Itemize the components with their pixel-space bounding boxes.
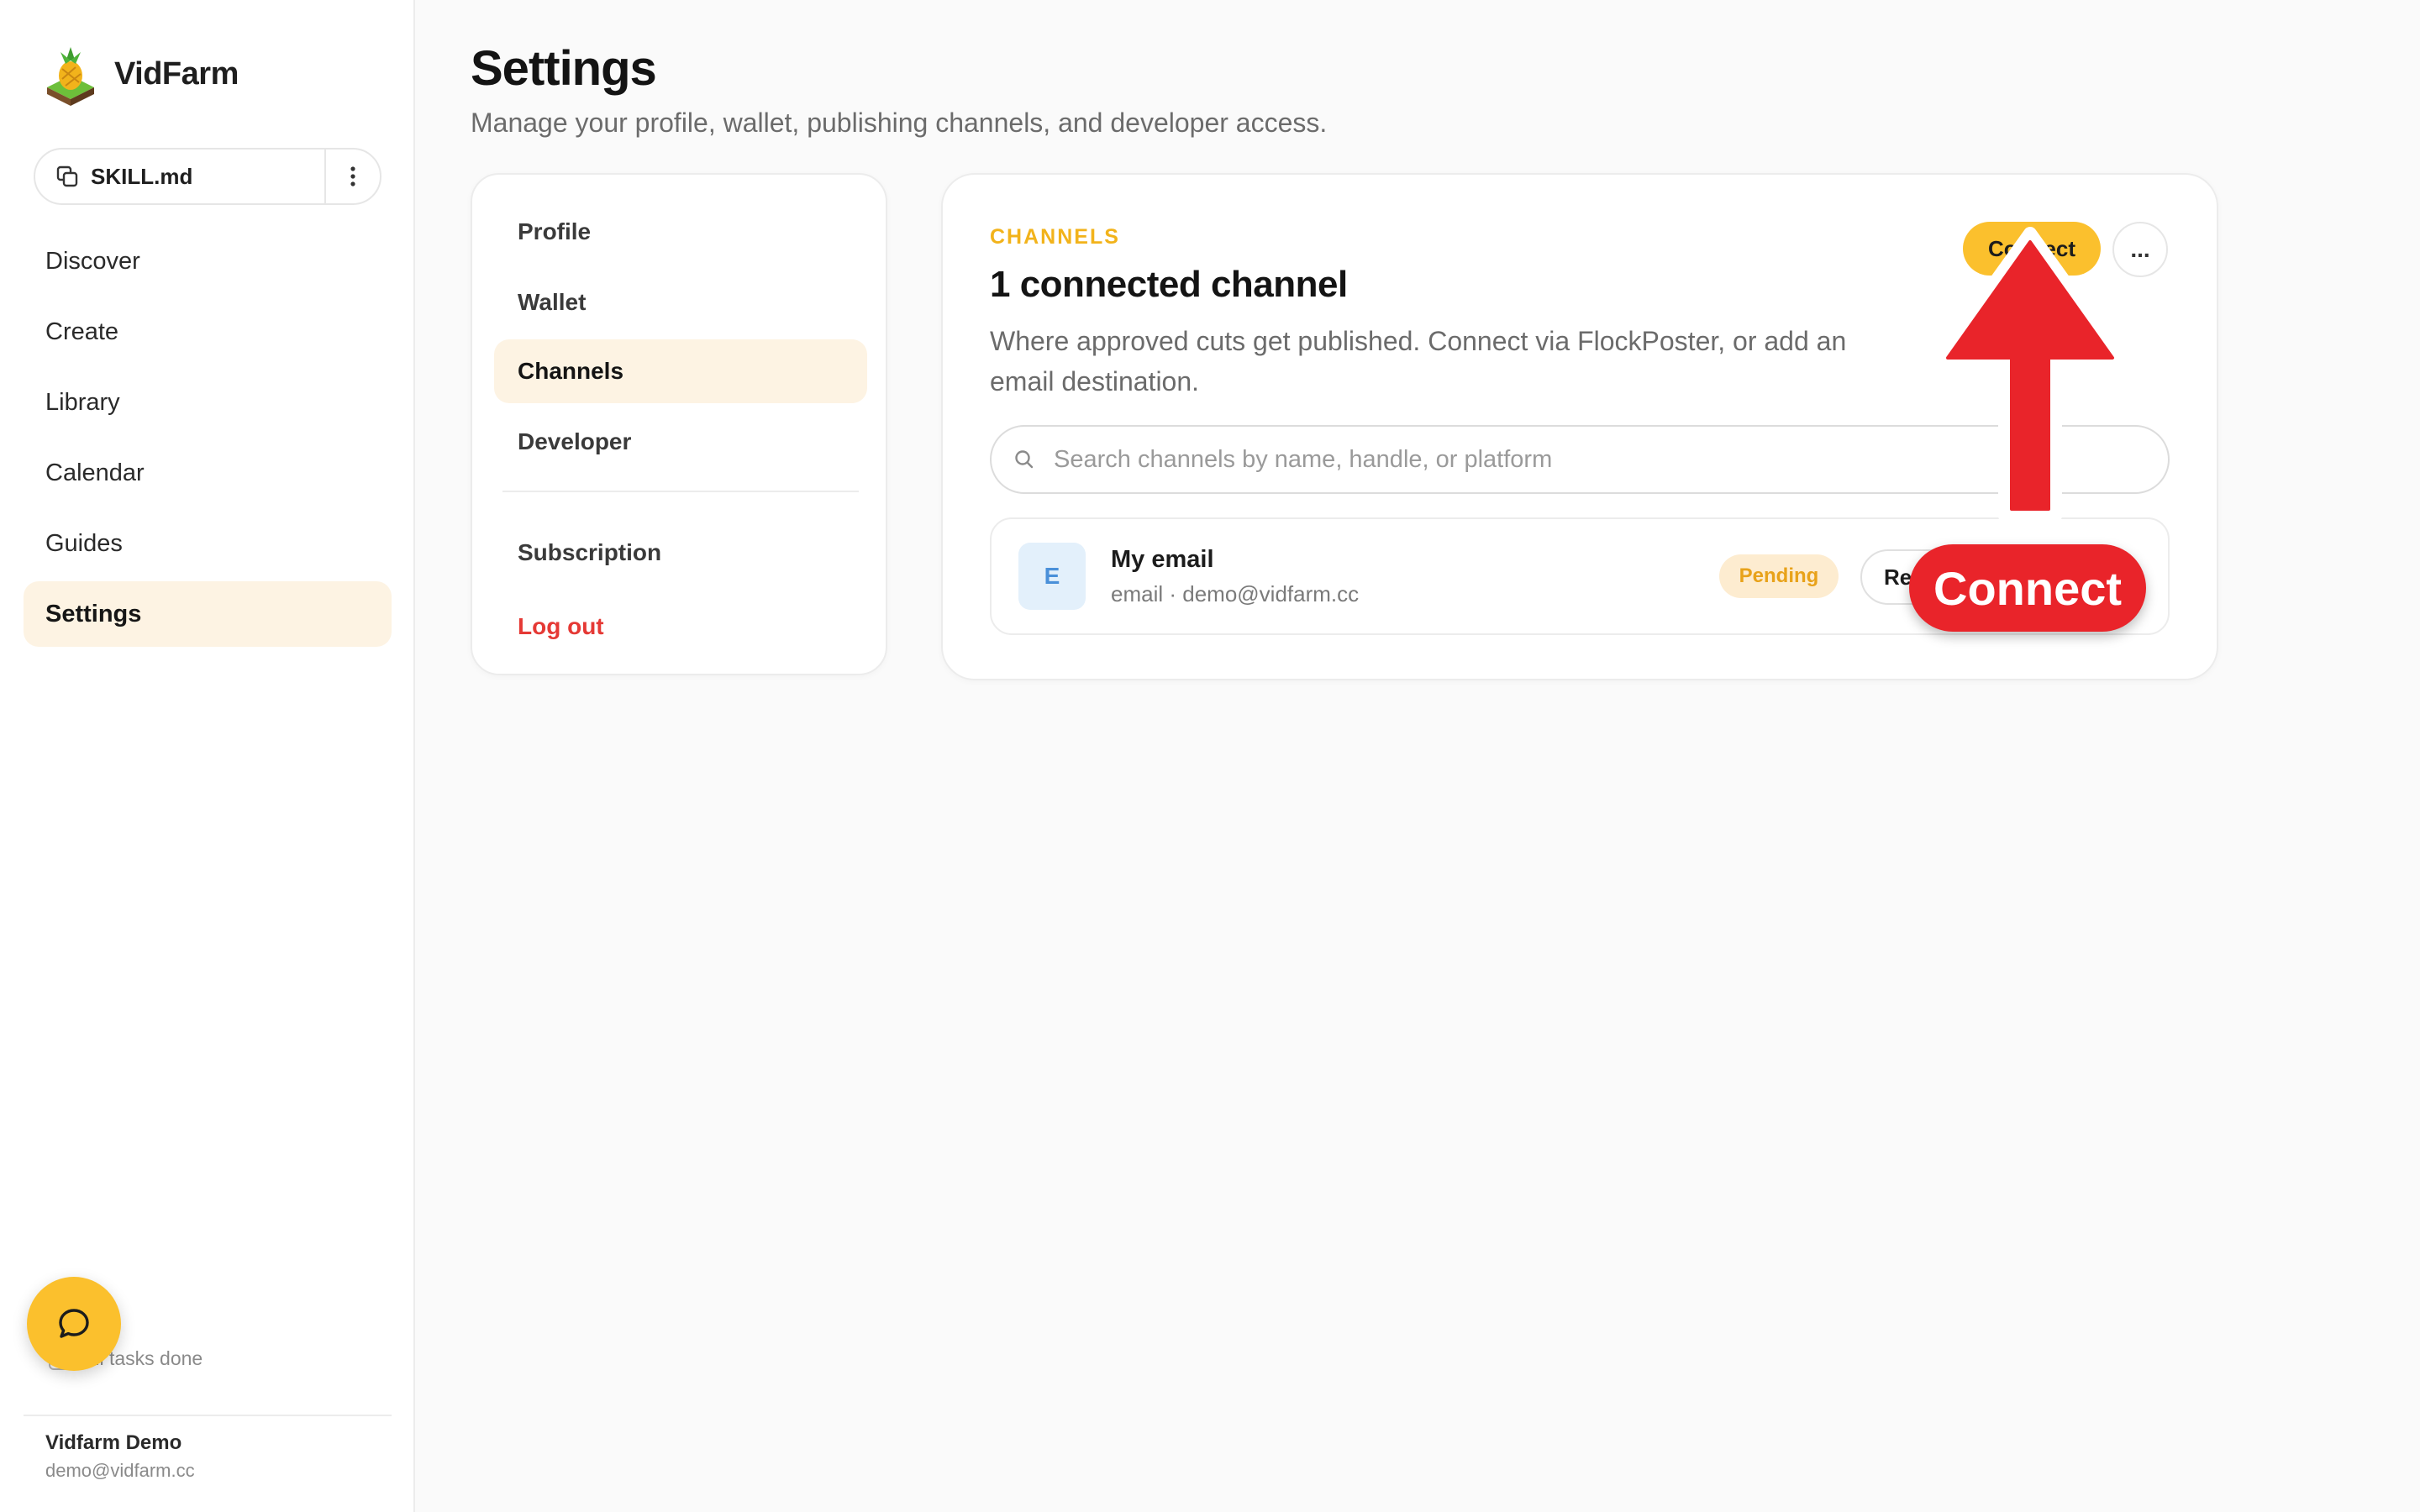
channels-description: Where approved cuts get published. Conne… [990,326,1847,396]
nav-item-guides[interactable]: Guides [24,511,392,576]
app-sidebar: VidFarm SKILL.md Discover Create Library… [0,0,415,1512]
nav-item-library[interactable]: Library [24,370,392,435]
brand[interactable]: VidFarm [42,42,239,106]
chat-button[interactable] [27,1277,121,1371]
nav-item-create[interactable]: Create [24,299,392,365]
sidebar-footer-divider [24,1415,392,1416]
user-email: demo@vidfarm.cc [45,1460,195,1481]
channel-meta: email · demo@vidfarm.cc [1111,581,1360,606]
vertical-dots-icon [350,166,355,186]
nav-item-calendar[interactable]: Calendar [24,440,392,506]
channels-eyebrow: CHANNELS [990,225,1120,249]
search-icon [1015,450,1034,469]
settings-nav-developer[interactable]: Developer [494,410,867,474]
arrow-up-icon [1929,227,2131,522]
settings-nav-profile[interactable]: Profile [494,200,867,264]
settings-nav-subscription[interactable]: Subscription [494,521,867,585]
settings-nav-channels[interactable]: Channels [494,339,867,403]
main-nav: Discover Create Library Calendar Guides … [24,228,392,652]
page-subtitle: Manage your profile, wallet, publishing … [471,108,1328,138]
page-title: Settings [471,41,657,96]
skill-file-pill: SKILL.md [34,148,381,205]
status-badge: Pending [1719,554,1839,598]
skill-more-button[interactable] [326,150,380,203]
nav-item-settings[interactable]: Settings [24,581,392,647]
user-name[interactable]: Vidfarm Demo [45,1431,182,1455]
pineapple-logo-icon [47,47,94,106]
channel-name: My email [1111,546,1214,573]
settings-nav-divider [502,491,859,492]
copy-icon [56,165,78,187]
settings-nav: Profile Wallet Channels Developer Subscr… [471,173,887,675]
settings-nav-wallet[interactable]: Wallet [494,270,867,334]
chat-bubble-icon [59,1309,89,1338]
nav-item-discover[interactable]: Discover [24,228,392,294]
settings-nav-logout[interactable]: Log out [494,595,867,659]
skill-file-button[interactable]: SKILL.md [35,150,324,203]
skill-file-label: SKILL.md [91,163,193,189]
annotation-label: Connect [1909,544,2146,632]
channel-avatar: E [1018,543,1086,610]
brand-name: VidFarm [114,55,239,92]
channels-title: 1 connected channel [990,264,1348,305]
